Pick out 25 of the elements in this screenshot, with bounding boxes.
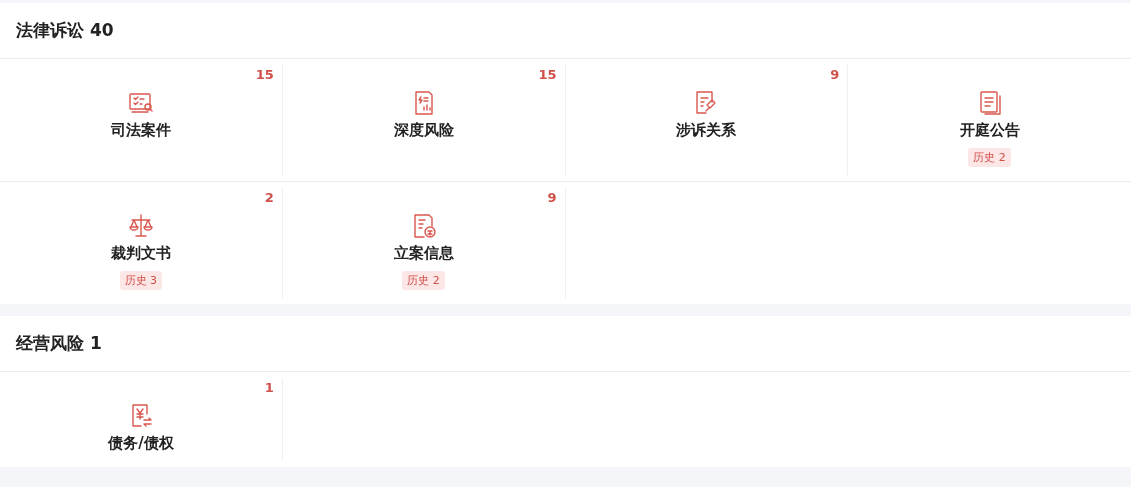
section-title: 法律诉讼 40 [16, 19, 114, 42]
category-tile[interactable]: 开庭公告 历史 2 [848, 65, 1131, 175]
tile-label: 债务/债权 [108, 434, 174, 453]
history-badge: 历史 2 [968, 148, 1011, 167]
history-badge: 历史 3 [119, 271, 163, 290]
category-tile[interactable]: 15 司法案件 [0, 65, 283, 175]
tile-label: 司法案件 [110, 121, 171, 140]
category-tile[interactable]: 9 涉诉关系 [565, 65, 849, 175]
category-tile[interactable]: 9 立案信息 历史 2 [282, 188, 566, 298]
count: 15 [538, 67, 557, 82]
count: 1 [264, 380, 274, 395]
tile-label: 涉诉关系 [676, 121, 737, 140]
category-tile[interactable]: 1 债务/债权 [0, 378, 283, 461]
category-tile[interactable]: 2 裁判文书 历史 3 [0, 188, 283, 298]
history-badge: 历史 2 [402, 271, 445, 290]
tile-label: 裁判文书 [110, 244, 171, 263]
count: 15 [255, 67, 274, 82]
tile-label: 深度风险 [393, 121, 454, 140]
tile-label: 立案信息 [393, 244, 454, 263]
count: 2 [264, 190, 274, 205]
count: 9 [830, 67, 840, 82]
tile-label: 开庭公告 [959, 121, 1020, 140]
count: 9 [547, 190, 557, 205]
category-tile[interactable]: 15 深度风险 [282, 65, 566, 175]
section-title: 经营风险 1 [16, 332, 102, 355]
